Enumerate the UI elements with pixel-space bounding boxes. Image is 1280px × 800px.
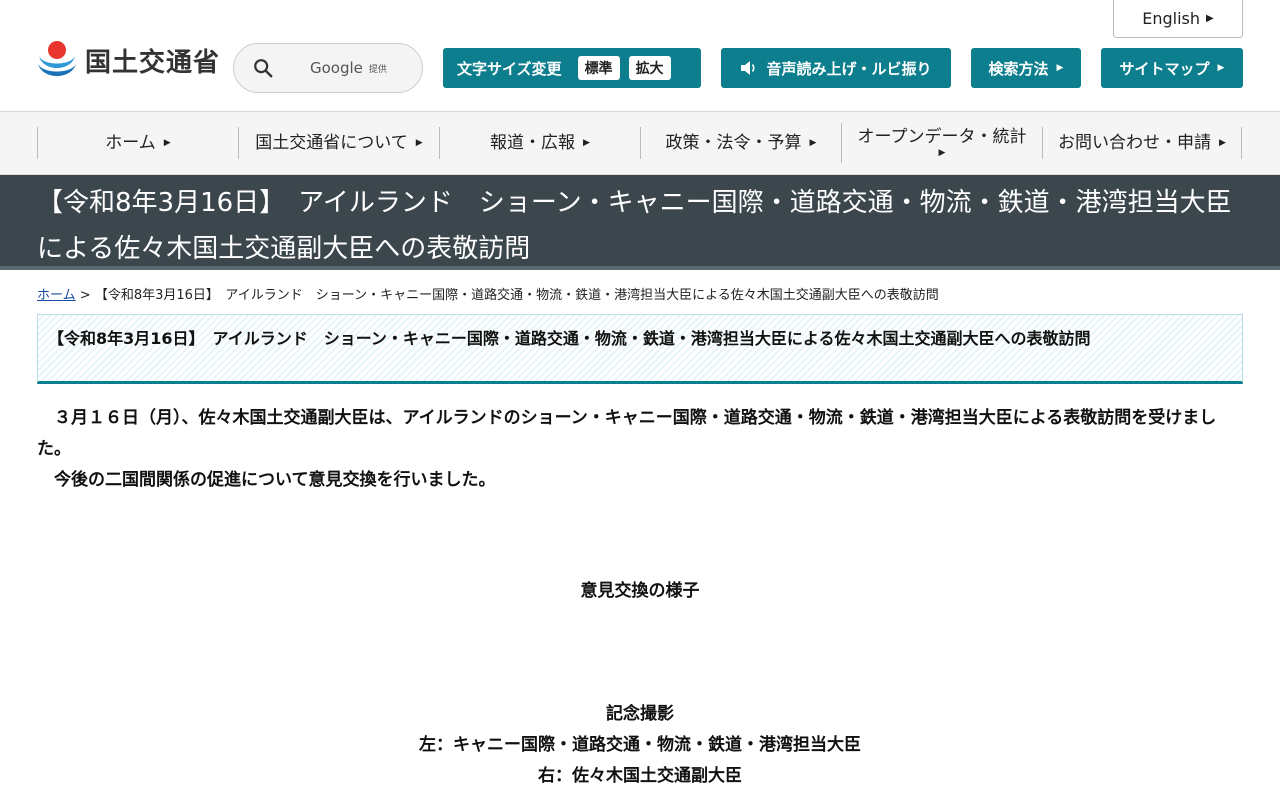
nav-item-policy[interactable]: 政策・法令・予算 ▶	[640, 127, 841, 159]
search-icon	[254, 59, 273, 78]
triangle-right-icon: ▶	[809, 137, 817, 148]
site-header: English ▶ 国土交通省 Google 提供 文字サイズ変更 標準 拡大 …	[0, 0, 1280, 112]
photo-caption-meeting: 意見交換の様子	[580, 581, 700, 601]
article-paragraph: 今後の二国間関係の促進について意見交換を行いました。	[54, 470, 496, 490]
search-method-label: 検索方法	[988, 59, 1049, 78]
page-title-band: 【令和8年3月16日】 アイルランド ショーン・キャニー国際・道路交通・物流・鉄…	[0, 175, 1280, 270]
article-heading: 【令和8年3月16日】 アイルランド ショーン・キャニー国際・道路交通・物流・鉄…	[48, 329, 1091, 348]
font-size-control: 文字サイズ変更 標準 拡大	[443, 48, 701, 88]
nav-item-label: お問い合わせ・申請	[1058, 132, 1212, 153]
nav-item-label: オープンデータ・統計	[857, 127, 1027, 148]
logo-text: 国土交通省	[85, 47, 221, 78]
breadcrumb-separator: >	[79, 288, 91, 303]
google-brand: Google	[310, 59, 363, 77]
triangle-right-icon: ▶	[583, 137, 590, 148]
speaker-icon	[741, 61, 756, 75]
english-button[interactable]: English ▶	[1113, 0, 1243, 38]
search-method-button[interactable]: 検索方法 ▶	[971, 48, 1081, 88]
mlit-logo-icon	[38, 41, 76, 76]
font-size-standard-button[interactable]: 標準	[577, 56, 620, 80]
voice-ruby-button[interactable]: 音声読み上げ・ルビ振り	[721, 48, 951, 88]
nav-item-label: 政策・法令・予算	[665, 132, 802, 153]
font-size-label: 文字サイズ変更	[457, 59, 562, 78]
triangle-right-icon: ▶	[1217, 63, 1225, 73]
breadcrumb: ホーム > 【令和8年3月16日】 アイルランド ショーン・キャニー国際・道路交…	[37, 284, 939, 303]
breadcrumb-home-link[interactable]: ホーム	[37, 288, 76, 303]
site-search-input[interactable]: Google 提供	[233, 43, 423, 93]
voice-ruby-label: 音声読み上げ・ルビ振り	[766, 59, 932, 78]
article-body: ３月１６日（月）、佐々木国土交通副大臣は、アイルランドのショーン・キャニー国際・…	[37, 403, 1243, 496]
nav-item-opendata[interactable]: オープンデータ・統計 ▶	[841, 123, 1042, 163]
triangle-right-icon: ▶	[1056, 63, 1064, 73]
global-nav: ホーム ▶ 国土交通省について ▶ 報道・広報 ▶ 政策・法令・予算 ▶ オープンデータ…	[0, 112, 1280, 175]
photo-caption-title: 記念撮影	[606, 704, 674, 724]
nav-item-label: 報道・広報	[490, 132, 576, 153]
triangle-right-icon: ▶	[163, 137, 171, 148]
nav-item-label: ホーム	[105, 132, 156, 153]
article-paragraph: ３月１６日（月）、佐々木国土交通副大臣は、アイルランドのショーン・キャニー国際・…	[37, 408, 1217, 459]
triangle-right-icon: ▶	[1219, 137, 1226, 148]
google-brand-sub: 提供	[368, 64, 387, 75]
nav-item-home[interactable]: ホーム ▶	[37, 127, 238, 159]
font-size-large-button[interactable]: 拡大	[628, 56, 671, 80]
sitemap-label: サイトマップ	[1119, 59, 1210, 78]
photo-caption-right: 右：佐々木国土交通副大臣	[538, 766, 742, 786]
nav-item-press[interactable]: 報道・広報 ▶	[439, 127, 640, 159]
nav-item-contact[interactable]: お問い合わせ・申請 ▶	[1042, 127, 1242, 159]
english-label: English	[1142, 9, 1201, 28]
sitemap-button[interactable]: サイトマップ ▶	[1101, 48, 1243, 88]
page-title: 【令和8年3月16日】 アイルランド ショーン・キャニー国際・道路交通・物流・鉄…	[37, 188, 1232, 264]
article-heading-box: 【令和8年3月16日】 アイルランド ショーン・キャニー国際・道路交通・物流・鉄…	[37, 314, 1243, 384]
triangle-right-icon: ▶	[1206, 13, 1214, 24]
nav-item-label: 国土交通省について	[255, 132, 408, 153]
triangle-right-icon: ▶	[415, 137, 423, 148]
photo-caption-left: 左：キャニー国際・道路交通・物流・鉄道・港湾担当大臣	[419, 735, 861, 755]
triangle-right-icon: ▶	[938, 147, 946, 158]
breadcrumb-current: 【令和8年3月16日】 アイルランド ショーン・キャニー国際・道路交通・物流・鉄…	[94, 288, 939, 303]
nav-item-about[interactable]: 国土交通省について ▶	[238, 127, 439, 159]
site-logo[interactable]: 国土交通省	[37, 38, 220, 82]
